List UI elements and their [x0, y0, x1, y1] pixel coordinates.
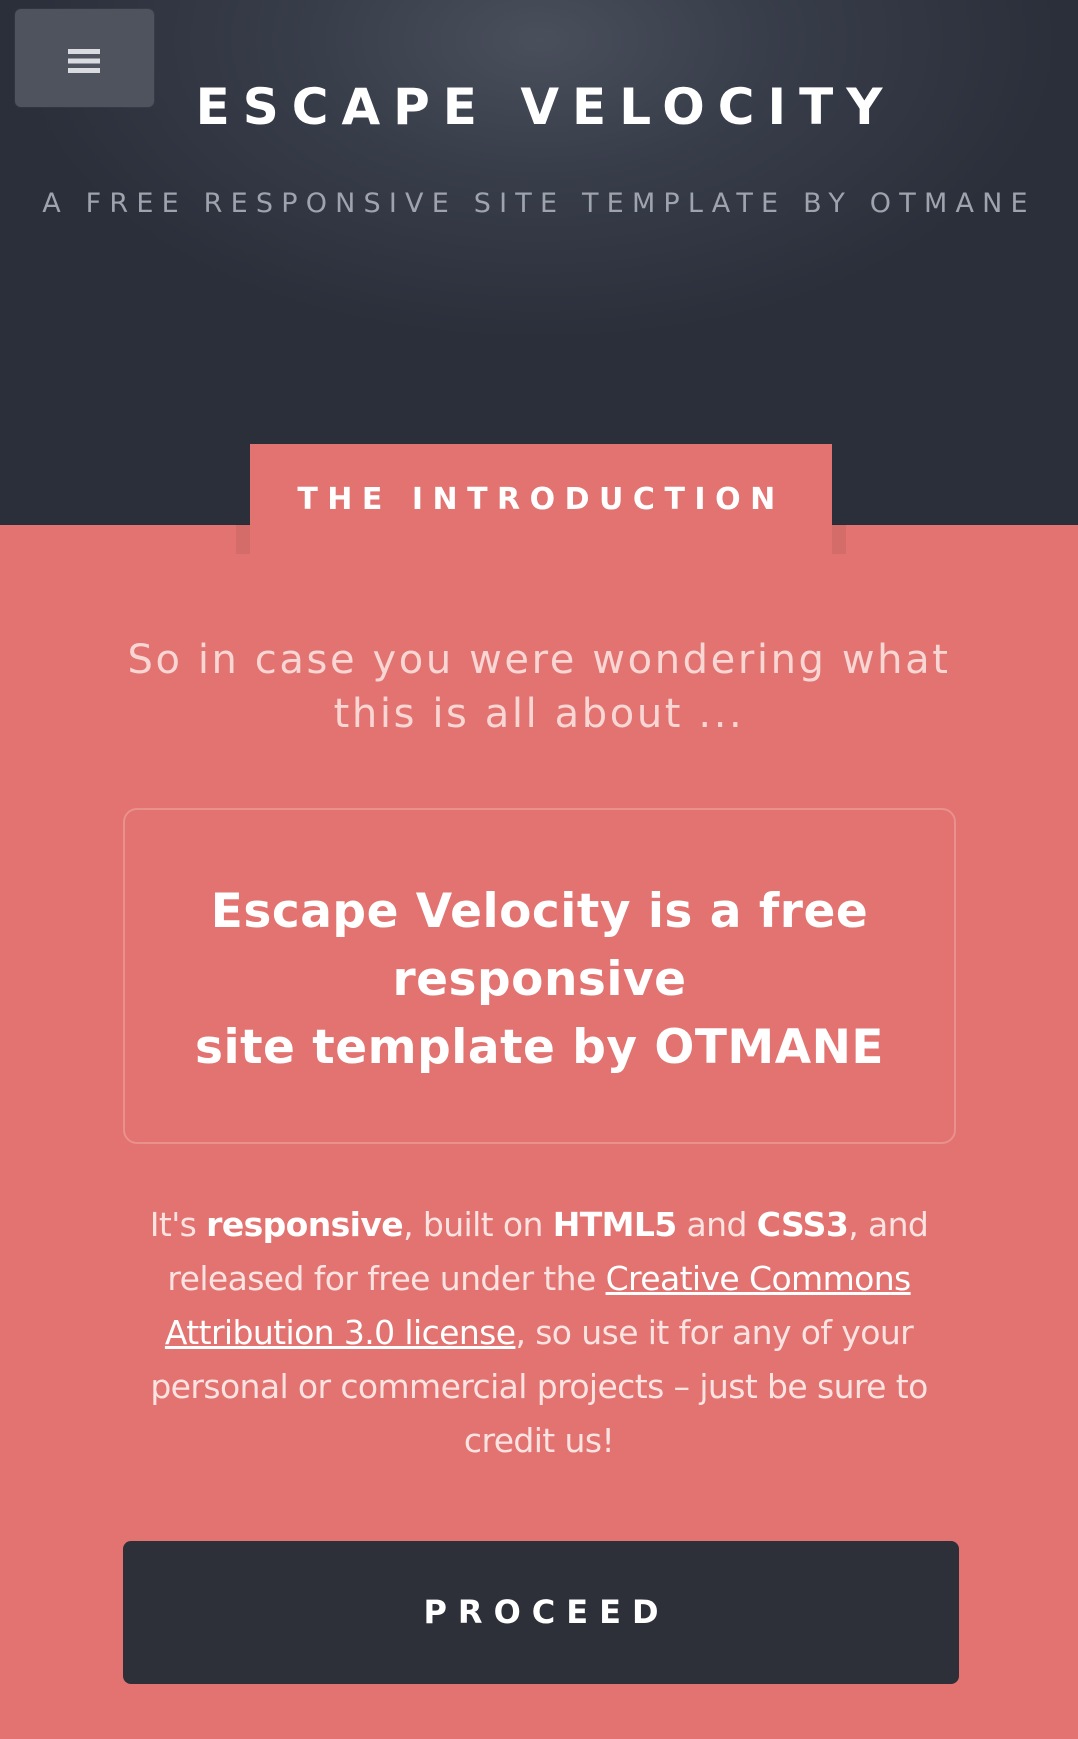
- feature-line-3: site template by OTMANE: [194, 1020, 885, 1075]
- proceed-button-label: PROCEED: [423, 1593, 670, 1631]
- feature-line-1: Escape Velocity is a free: [210, 884, 869, 939]
- intro-tagline: So in case you were wondering what this …: [127, 637, 951, 737]
- keyword-html5: HTML5: [552, 1205, 678, 1244]
- keyword-css3: CSS3: [756, 1205, 849, 1244]
- feature-box: Escape Velocity is a free responsive sit…: [123, 808, 956, 1144]
- keyword-responsive: responsive: [206, 1205, 404, 1244]
- intro-body-text: It's responsive, built on HTML5 and CSS3…: [120, 1198, 958, 1468]
- intro-tab-label: THE INTRODUCTION: [297, 482, 785, 517]
- body-text-part: and: [676, 1205, 757, 1244]
- site-title[interactable]: ESCAPE VELOCITY: [0, 72, 1078, 142]
- intro-section-tab: THE INTRODUCTION: [236, 444, 846, 558]
- feature-line-2: responsive: [392, 952, 687, 1007]
- site-subtitle: A FREE RESPONSIVE SITE TEMPLATE BY OTMAN…: [42, 188, 1036, 219]
- hamburger-icon: [68, 49, 100, 73]
- proceed-button[interactable]: PROCEED: [123, 1541, 959, 1684]
- feature-heading: Escape Velocity is a free responsive sit…: [125, 878, 954, 1082]
- body-text-part: , built on: [403, 1205, 553, 1244]
- body-text-part: It's: [149, 1205, 207, 1244]
